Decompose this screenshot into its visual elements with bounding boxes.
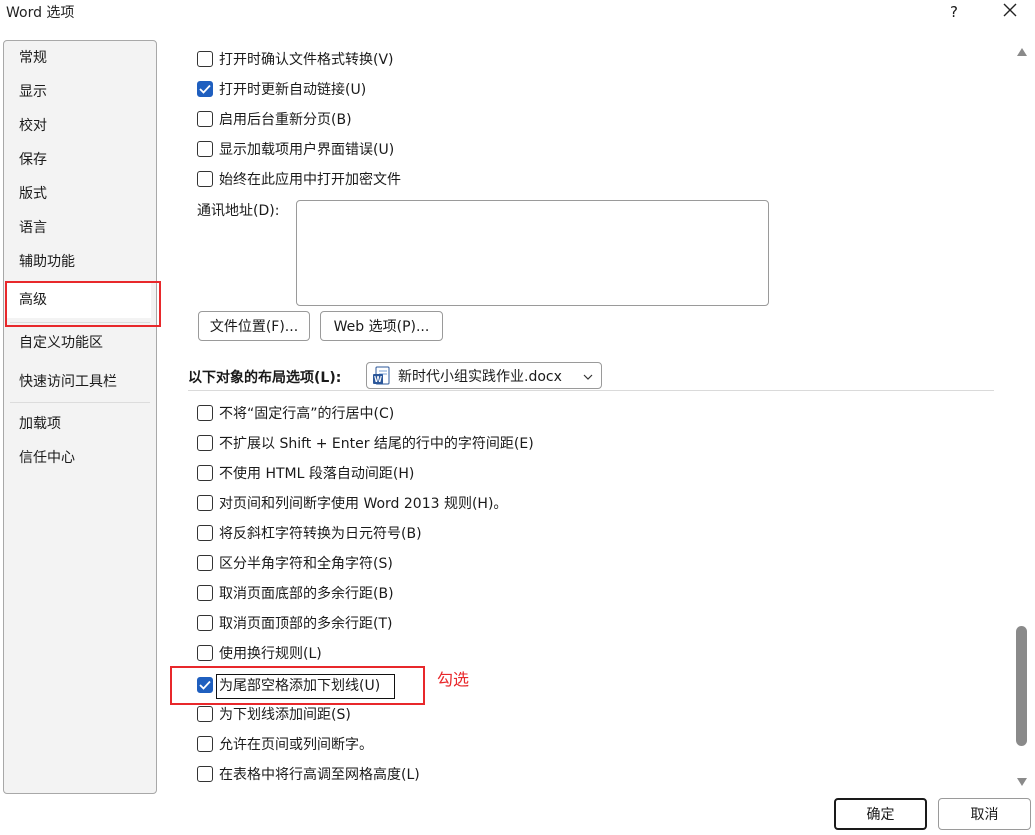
option-label: 使用换行规则(L) (219, 646, 322, 662)
cancel-button[interactable]: 取消 (938, 798, 1031, 830)
annotation-text: 勾选 (437, 670, 470, 689)
word-doc-icon: W (373, 366, 390, 385)
vertical-scrollbar[interactable] (1014, 40, 1030, 794)
checkbox[interactable] (197, 435, 213, 451)
sidebar-item-display[interactable]: 显示 (19, 81, 149, 103)
option-label: 区分半角字符和全角字符(S) (219, 556, 393, 572)
document-dropdown[interactable]: W 新时代小组实践作业.docx (366, 362, 602, 389)
close-icon (1003, 3, 1017, 21)
checkbox[interactable] (197, 736, 213, 752)
mailing-address-input[interactable] (296, 200, 769, 306)
option-label: 取消页面顶部的多余行距(T) (219, 616, 393, 632)
checkbox[interactable] (197, 51, 213, 67)
option-row[interactable]: 不扩展以 Shift + Enter 结尾的行中的字符间距(E) (197, 432, 534, 454)
window-title: Word 选项 (6, 5, 75, 21)
option-row[interactable]: 允许在页间或列间断字。 (197, 733, 373, 755)
file-locations-button[interactable]: 文件位置(F)... (198, 311, 310, 341)
checkbox[interactable] (197, 81, 213, 97)
sidebar-item-accessibility[interactable]: 辅助功能 (19, 251, 149, 273)
document-name: 新时代小组实践作业.docx (398, 368, 562, 385)
mailing-address-label: 通讯地址(D): (197, 203, 280, 219)
sidebar-item-quick-access-toolbar[interactable]: 快速访问工具栏 (19, 371, 149, 393)
chevron-down-icon (583, 368, 593, 384)
checkbox[interactable] (197, 585, 213, 601)
sidebar-item-general[interactable]: 常规 (19, 47, 149, 69)
option-row[interactable]: 启用后台重新分页(B) (197, 108, 352, 130)
option-row[interactable]: 取消页面顶部的多余行距(T) (197, 612, 392, 634)
help-button[interactable]: ? (934, 0, 974, 24)
ok-button[interactable]: 确定 (834, 798, 927, 830)
checkbox[interactable] (197, 706, 213, 722)
option-row[interactable]: 显示加载项用户界面错误(U) (197, 138, 394, 160)
checkbox[interactable] (197, 525, 213, 541)
checkbox[interactable] (197, 555, 213, 571)
option-label: 在表格中将行高调至网格高度(L) (219, 767, 420, 783)
options-sidebar: 常规 显示 校对 保存 版式 语言 辅助功能 高级 自定义功能区 快速访问工具栏… (3, 40, 157, 794)
option-label: 显示加载项用户界面错误(U) (219, 142, 395, 158)
option-label: 不将“固定行高”的行居中(C) (219, 406, 395, 422)
checkbox[interactable] (197, 405, 213, 421)
option-label: 将反斜杠字符转换为日元符号(B) (219, 526, 422, 542)
web-options-button[interactable]: Web 选项(P)... (320, 311, 443, 341)
scroll-thumb[interactable] (1016, 626, 1027, 746)
sidebar-item-customize-ribbon[interactable]: 自定义功能区 (19, 332, 149, 354)
option-label: 不扩展以 Shift + Enter 结尾的行中的字符间距(E) (219, 436, 534, 452)
sidebar-item-trust-center[interactable]: 信任中心 (19, 447, 149, 469)
option-label: 允许在页间或列间断字。 (219, 737, 373, 753)
sidebar-item-language[interactable]: 语言 (19, 217, 149, 239)
sidebar-item-proofing[interactable]: 校对 (19, 115, 149, 137)
layout-options-label: 以下对象的布局选项(L): (188, 370, 342, 386)
option-label: 启用后台重新分页(B) (219, 112, 352, 128)
option-row[interactable]: 打开时更新自动链接(U) (197, 78, 366, 100)
scroll-up-icon[interactable] (1017, 48, 1027, 56)
checkbox[interactable] (197, 141, 213, 157)
section-divider (188, 390, 994, 391)
checkbox[interactable] (197, 171, 213, 187)
option-row[interactable]: 始终在此应用中打开加密文件 (197, 168, 401, 190)
option-row[interactable]: 不使用 HTML 段落自动间距(H) (197, 462, 414, 484)
option-row[interactable]: 对页间和列间断字使用 Word 2013 规则(H)。 (197, 492, 507, 514)
scroll-down-icon[interactable] (1017, 778, 1027, 786)
option-label: 打开时确认文件格式转换(V) (219, 52, 394, 68)
checkbox[interactable] (197, 495, 213, 511)
option-row[interactable]: 将反斜杠字符转换为日元符号(B) (197, 522, 422, 544)
option-label: 不使用 HTML 段落自动间距(H) (219, 466, 415, 482)
option-row[interactable]: 取消页面底部的多余行距(B) (197, 582, 394, 604)
option-row[interactable]: 使用换行规则(L) (197, 642, 322, 664)
option-row[interactable]: 为下划线添加间距(S) (197, 703, 351, 725)
option-label: 对页间和列间断字使用 Word 2013 规则(H)。 (219, 496, 508, 512)
option-label: 为下划线添加间距(S) (219, 707, 351, 723)
option-label: 取消页面底部的多余行距(B) (219, 586, 394, 602)
option-label: 始终在此应用中打开加密文件 (219, 172, 401, 188)
checkbox[interactable] (197, 615, 213, 631)
advanced-highlight-box (5, 281, 161, 327)
sidebar-divider (10, 402, 150, 403)
close-button[interactable] (990, 0, 1030, 24)
checkbox[interactable] (197, 645, 213, 661)
checkbox[interactable] (197, 111, 213, 127)
svg-text:W: W (374, 375, 382, 384)
option-row[interactable]: 打开时确认文件格式转换(V) (197, 48, 394, 70)
option-label: 打开时更新自动链接(U) (219, 82, 367, 98)
sidebar-item-add-ins[interactable]: 加载项 (19, 413, 149, 435)
option-row[interactable]: 区分半角字符和全角字符(S) (197, 552, 393, 574)
option-row[interactable]: 不将“固定行高”的行居中(C) (197, 402, 394, 424)
sidebar-item-typography[interactable]: 版式 (19, 183, 149, 205)
checkbox[interactable] (197, 465, 213, 481)
option-row[interactable]: 在表格中将行高调至网格高度(L) (197, 763, 420, 785)
sidebar-item-save[interactable]: 保存 (19, 149, 149, 171)
annotation-highlight-box (170, 666, 425, 705)
checkbox[interactable] (197, 766, 213, 782)
